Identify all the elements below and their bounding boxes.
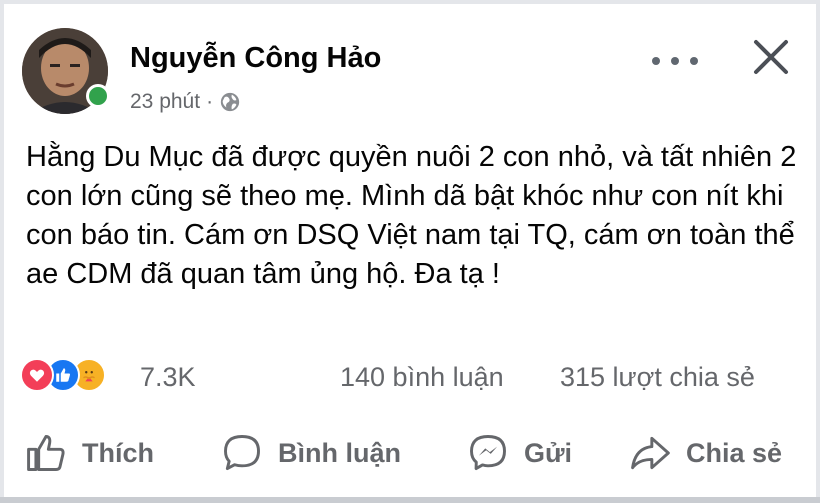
reaction-count[interactable]: 7.3K: [140, 362, 196, 393]
post-body: Hằng Du Mục đã được quyền nuôi 2 con nhỏ…: [26, 141, 797, 290]
comment-icon: [224, 435, 260, 471]
comment-count[interactable]: 140 bình luận: [340, 362, 504, 393]
author-name[interactable]: Nguyễn Công Hảo: [130, 42, 381, 75]
post-card: Nguyễn Công Hảo 23 phút · Hằng Du Mục đã…: [4, 4, 816, 497]
send-button[interactable]: Gửi: [466, 418, 572, 488]
close-button[interactable]: [748, 34, 794, 80]
globe-icon[interactable]: [219, 91, 241, 113]
post-time[interactable]: 23 phút: [130, 90, 200, 114]
messenger-icon: [470, 435, 506, 471]
send-label: Gửi: [524, 437, 573, 468]
online-status-dot: [86, 84, 110, 108]
thumbs-up-icon: [27, 435, 65, 471]
post-header: Nguyễn Công Hảo 23 phút ·: [4, 4, 816, 124]
post-meta: 23 phút ·: [130, 90, 241, 114]
heart-reaction-icon: [20, 358, 54, 392]
share-icon: [631, 436, 670, 470]
bottom-divider: [0, 497, 820, 503]
share-label: Chia sẻ: [686, 437, 783, 468]
post-actions: Thích Bình luận Gửi Chia sẻ: [4, 418, 816, 488]
like-label: Thích: [82, 437, 154, 468]
meta-separator: ·: [206, 90, 214, 113]
comment-label: Bình luận: [278, 437, 401, 468]
author-avatar[interactable]: [22, 28, 110, 114]
reactions-summary[interactable]: [20, 358, 106, 394]
more-dot: [671, 57, 679, 65]
post-stats: 7.3K 140 bình luận 315 lượt chia sẻ: [4, 350, 816, 402]
more-dots-icon: [652, 57, 660, 65]
more-dot: [690, 57, 698, 65]
share-count[interactable]: 315 lượt chia sẻ: [560, 362, 755, 393]
close-icon: [754, 40, 788, 74]
share-button[interactable]: Chia sẻ: [628, 418, 782, 488]
comment-button[interactable]: Bình luận: [220, 418, 401, 488]
like-button[interactable]: Thích: [24, 418, 154, 488]
more-options-button[interactable]: [652, 54, 698, 68]
